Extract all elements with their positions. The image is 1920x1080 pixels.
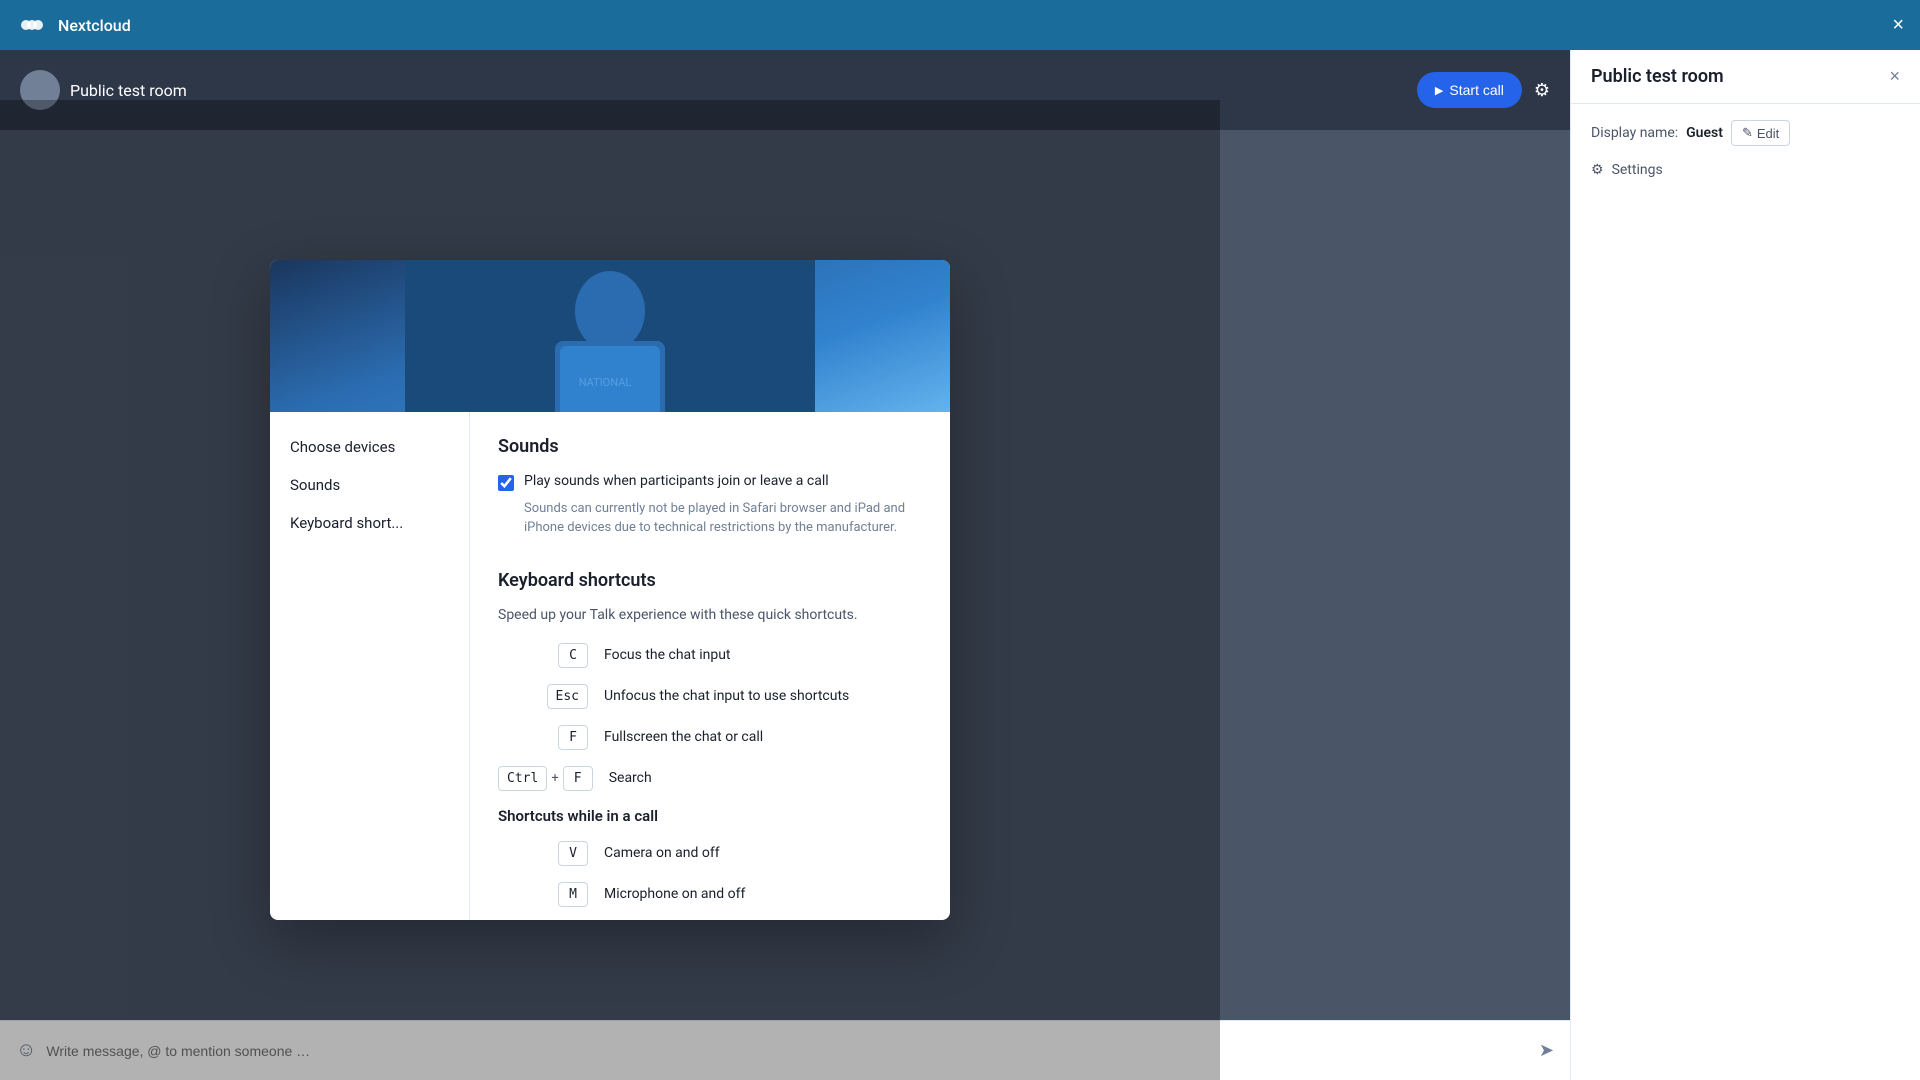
topbar-close-button[interactable]: × <box>1892 15 1904 35</box>
shortcut-keys-f: F <box>498 725 588 750</box>
shortcut-row-f: F Fullscreen the chat or call <box>498 725 922 750</box>
edit-label: Edit <box>1757 126 1779 141</box>
key-plus-symbol: + <box>551 771 558 786</box>
sounds-checkbox-row: Play sounds when participants join or le… <box>498 473 922 491</box>
app-title: Nextcloud <box>58 16 131 35</box>
shortcut-row-v: V Camera on and off <box>498 841 922 866</box>
shortcuts-description: Speed up your Talk experience with these… <box>498 607 922 623</box>
display-name-label: Display name: <box>1591 125 1678 141</box>
sidebar-content: Display name: Guest ✎ Edit ⚙ Settings <box>1571 104 1920 194</box>
sounds-section-title: Sounds <box>498 436 922 457</box>
edit-display-name-button[interactable]: ✎ Edit <box>1731 120 1790 146</box>
shortcut-desc-m: Microphone on and off <box>604 886 745 902</box>
settings-link[interactable]: ⚙ Settings <box>1591 162 1900 178</box>
key-m: M <box>558 882 588 907</box>
sidebar-header: Public test room × <box>1571 50 1920 104</box>
modal-body: Choose devices Sounds Keyboard short... … <box>270 412 950 920</box>
video-person: NATIONAL <box>270 260 950 412</box>
settings-icon: ⚙ <box>1591 162 1604 178</box>
key-c: C <box>558 643 588 668</box>
sidebar-title: Public test room <box>1591 66 1724 87</box>
room-name: Public test room <box>70 81 187 100</box>
nav-keyboard-shortcuts[interactable]: Keyboard short... <box>270 504 469 542</box>
key-f2: F <box>563 766 593 791</box>
key-esc: Esc <box>547 684 588 709</box>
settings-modal: NATIONAL Choose devices Sounds Keyboard … <box>270 260 950 920</box>
sounds-checkbox-description: Sounds can currently not be played in Sa… <box>524 499 922 538</box>
settings-link-label: Settings <box>1612 162 1663 178</box>
shortcut-row-ctrl-f: Ctrl + F Search <box>498 766 922 791</box>
top-bar-left: Nextcloud <box>16 9 131 41</box>
key-ctrl: Ctrl <box>498 766 547 791</box>
display-name-row: Display name: Guest ✎ Edit <box>1591 120 1900 146</box>
shortcut-keys-v: V <box>498 841 588 866</box>
shortcuts-call-title: Shortcuts while in a call <box>498 807 922 825</box>
shortcut-desc-ctrl-f: Search <box>609 770 652 786</box>
key-f: F <box>558 725 588 750</box>
display-name-value: Guest <box>1686 125 1723 141</box>
nextcloud-logo-icon <box>16 9 48 41</box>
sounds-checkbox[interactable] <box>498 475 514 491</box>
nav-sounds[interactable]: Sounds <box>270 466 469 504</box>
shortcut-desc-v: Camera on and off <box>604 845 720 861</box>
send-button[interactable]: ➤ <box>1539 1040 1554 1061</box>
main-area: Public test room Start call ⚙ ☺ ➤ <box>0 50 1920 1080</box>
shortcut-row-c: C Focus the chat input <box>498 643 922 668</box>
modal-overlay: NATIONAL Choose devices Sounds Keyboard … <box>0 100 1220 1080</box>
shortcut-desc-esc: Unfocus the chat input to use shortcuts <box>604 688 849 704</box>
sounds-checkbox-label: Play sounds when participants join or le… <box>524 473 829 489</box>
keyboard-section-title: Keyboard shortcuts <box>498 570 922 591</box>
settings-gear-button[interactable]: ⚙ <box>1534 80 1550 101</box>
shortcut-row-m: M Microphone on and off <box>498 882 922 907</box>
shortcut-desc-f: Fullscreen the chat or call <box>604 729 763 745</box>
right-sidebar: Public test room × Display name: Guest ✎… <box>1570 50 1920 1080</box>
shortcut-keys-m: M <box>498 882 588 907</box>
svg-text:NATIONAL: NATIONAL <box>579 376 632 389</box>
shortcut-keys-ctrl-f: Ctrl + F <box>498 766 593 791</box>
room-header-right: Start call ⚙ <box>1417 72 1550 108</box>
key-v: V <box>558 841 588 866</box>
modal-sidebar: Choose devices Sounds Keyboard short... <box>270 412 470 920</box>
nav-choose-devices[interactable]: Choose devices <box>270 428 469 466</box>
top-bar: Nextcloud × <box>0 0 1920 50</box>
modal-video-preview: NATIONAL <box>270 260 950 412</box>
shortcut-row-esc: Esc Unfocus the chat input to use shortc… <box>498 684 922 709</box>
edit-pencil-icon: ✎ <box>1742 125 1753 141</box>
room-area: Public test room Start call ⚙ ☺ ➤ <box>0 50 1570 1080</box>
modal-main-content: Sounds Play sounds when participants joi… <box>470 412 950 920</box>
shortcut-keys-esc: Esc <box>498 684 588 709</box>
sidebar-close-button[interactable]: × <box>1889 66 1900 87</box>
video-content-icon: NATIONAL <box>405 260 815 412</box>
start-call-button[interactable]: Start call <box>1417 72 1522 108</box>
section-spacer-1 <box>498 538 922 570</box>
shortcut-desc-c: Focus the chat input <box>604 647 731 663</box>
shortcut-keys-c: C <box>498 643 588 668</box>
